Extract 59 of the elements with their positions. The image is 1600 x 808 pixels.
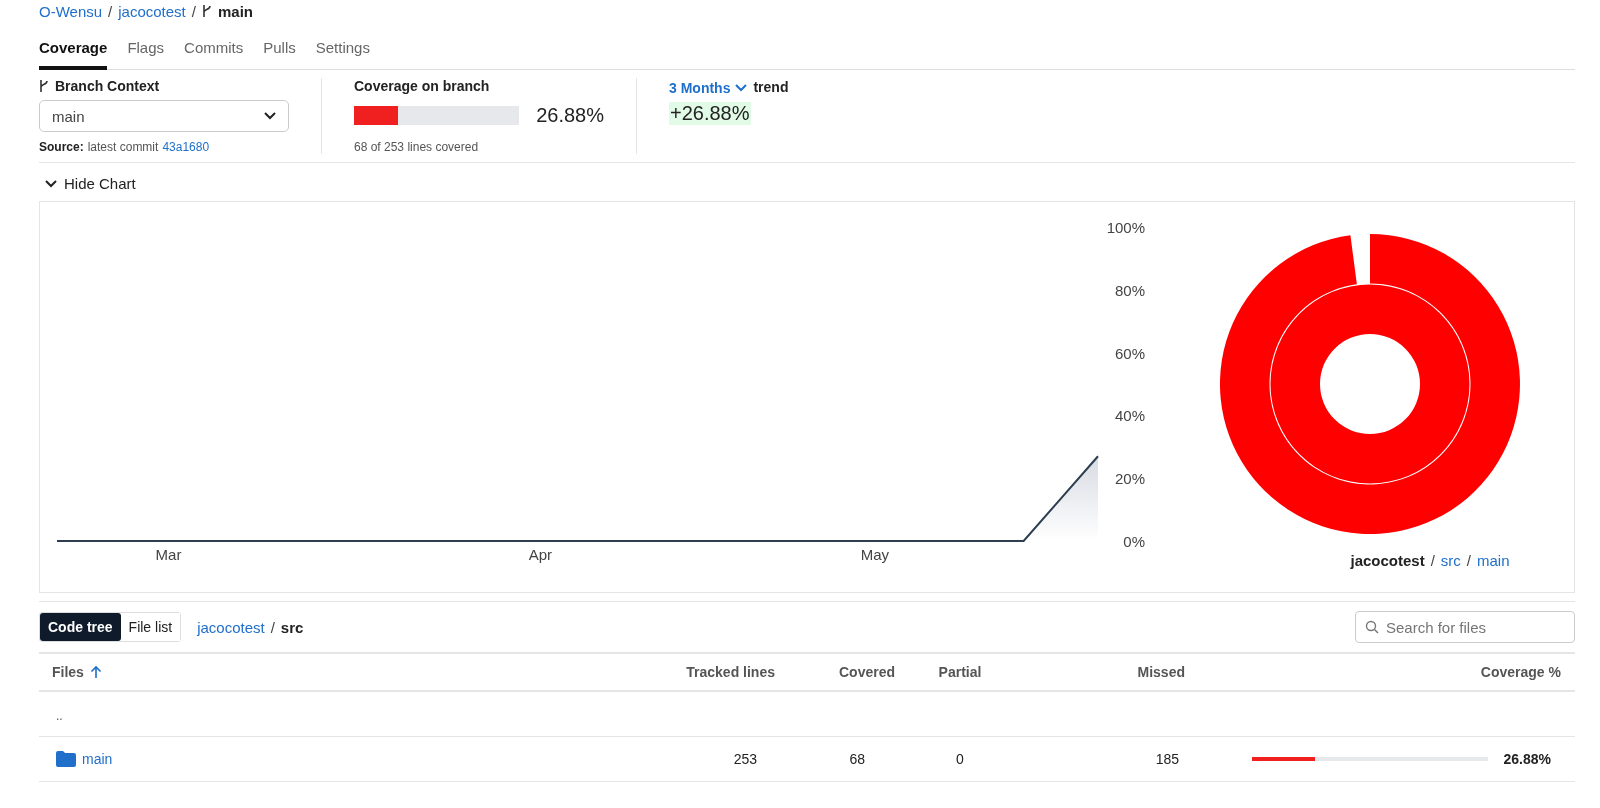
nav-tab[interactable]: Commits xyxy=(184,36,244,70)
trend-label: trend xyxy=(753,79,789,95)
x-axis-label: May xyxy=(860,546,890,563)
period-dropdown[interactable]: 3 Months xyxy=(669,80,748,96)
x-axis-label: Apr xyxy=(528,546,552,563)
source-text: latest commit xyxy=(87,140,159,154)
hide-chart-toggle[interactable]: Hide Chart xyxy=(39,175,136,192)
nav-tab[interactable]: Coverage xyxy=(39,36,108,70)
folder-link[interactable]: main xyxy=(82,751,113,767)
column-header[interactable]: Missed xyxy=(1025,664,1185,680)
table-cell: 253 xyxy=(733,751,757,767)
column-header[interactable]: Coverage % xyxy=(1185,664,1575,680)
section-title: Coverage on branch xyxy=(354,78,491,94)
nav-tab[interactable]: Flags xyxy=(127,36,165,70)
view-toggle-button[interactable]: Code tree xyxy=(40,613,121,641)
source-label: Source: xyxy=(39,140,84,154)
lines-covered-text: 68 of 253 lines covered xyxy=(354,140,480,154)
branch-icon xyxy=(201,5,212,17)
branch-select[interactable]: main xyxy=(39,100,289,132)
section-title: Branch Context xyxy=(55,78,160,94)
column-header[interactable]: Files xyxy=(39,664,625,680)
coverage-percent: 26.88% xyxy=(536,103,604,127)
path-link[interactable]: main xyxy=(1477,552,1510,569)
breadcrumb-separator: / xyxy=(108,2,113,20)
table-cell: 0 xyxy=(956,751,964,767)
breadcrumb-separator: / xyxy=(191,2,196,20)
chevron-down-icon xyxy=(735,84,748,92)
path-separator: / xyxy=(1466,552,1471,569)
table-cell: 68 xyxy=(849,751,865,767)
y-axis-label: 60% xyxy=(1114,344,1145,362)
table-cell: 185 xyxy=(1155,751,1179,767)
x-axis-label: Mar xyxy=(155,546,182,563)
chevron-down-icon xyxy=(264,112,276,120)
y-axis-label: 80% xyxy=(1114,281,1145,299)
nav-tab[interactable]: Pulls xyxy=(263,36,296,70)
breadcrumb-link[interactable]: jacocotest xyxy=(118,2,186,20)
path-separator: / xyxy=(270,618,275,636)
trend-change: +26.88% xyxy=(669,102,751,125)
commit-link[interactable]: 43a1680 xyxy=(162,140,210,154)
branch-name: main xyxy=(217,2,253,20)
y-axis-label: 100% xyxy=(1106,219,1145,236)
path-current: jacocotest xyxy=(1350,552,1425,569)
y-axis-label: 40% xyxy=(1114,407,1145,425)
column-header[interactable]: Covered xyxy=(775,664,895,680)
y-axis-label: 0% xyxy=(1123,533,1145,550)
coverage-percent: 26.88% xyxy=(1503,751,1551,767)
search-field[interactable]: Search for files xyxy=(1355,611,1575,643)
column-header[interactable]: Tracked lines xyxy=(625,664,775,680)
nav-tab[interactable]: Settings xyxy=(315,36,370,70)
path-link[interactable]: src xyxy=(1440,552,1461,569)
breadcrumb-link[interactable]: O-Wensu xyxy=(39,2,103,20)
path-separator: / xyxy=(1430,552,1435,569)
parent-directory-link[interactable]: .. xyxy=(56,709,63,723)
path-current: src xyxy=(280,618,304,636)
folder-icon xyxy=(56,751,76,767)
path-link[interactable]: jacocotest xyxy=(197,618,265,636)
y-axis-label: 20% xyxy=(1114,470,1145,488)
branch-icon xyxy=(39,80,49,92)
column-header[interactable]: Partial xyxy=(895,664,1025,680)
